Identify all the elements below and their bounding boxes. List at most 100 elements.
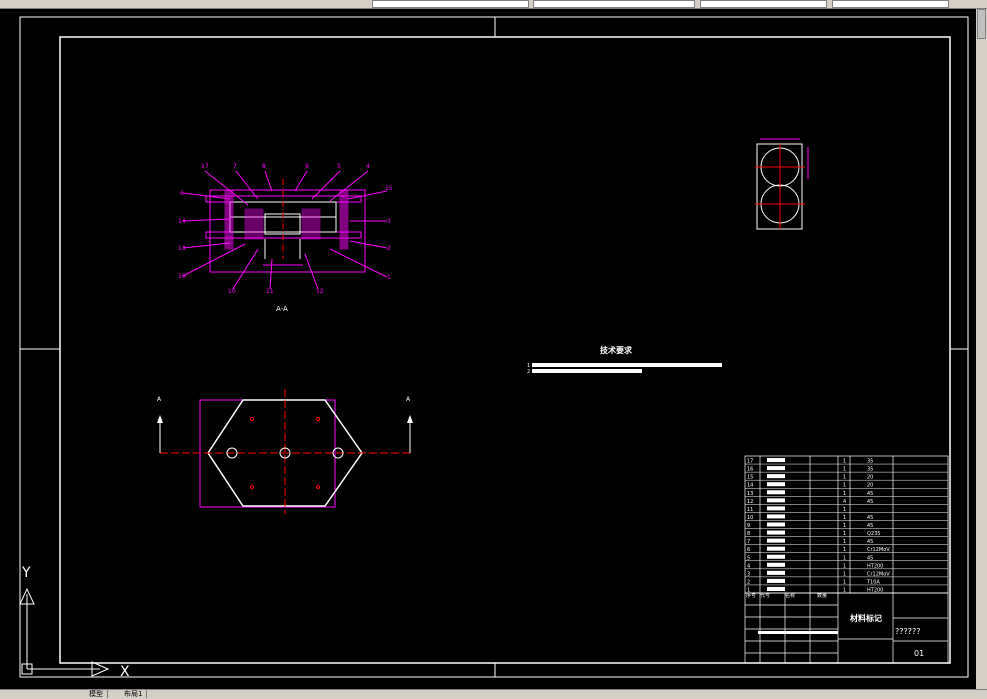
bom-cell-no: 6 [747,547,750,553]
drawing-canvas[interactable]: 17 7 8 9 5 4 6 14 13 15 16 3 1 11 12 10 … [0,9,976,689]
bom-rows: 17 1 3516 1 3515 1 2014 1 2013 1 4512 4 4511 110 1 459 1… [745,458,948,594]
bom-cell-qty: 1 [843,563,846,569]
bom-cell-no: 17 [747,459,753,465]
bom-cell-qty: 1 [843,515,846,521]
linetype-dropdown[interactable] [700,0,827,8]
outer-frame [19,16,969,678]
drawing-name: ?????? [895,627,920,636]
bom-cell-no: 13 [747,491,753,497]
bom-cell-qty: 1 [843,547,846,553]
view-mark-left: A [157,396,162,403]
bom-cell-mat: 45 [867,491,873,497]
tech-req-line-1 [532,363,722,367]
part-label: 17 [201,163,209,170]
scroll-thumb[interactable] [977,9,986,39]
bom-cell-qty: 1 [843,467,846,473]
toolbar [0,0,987,9]
bom-cell-mat: T10A [866,579,880,585]
part-label: 12 [316,288,324,295]
tech-req-line-2 [532,369,642,373]
bom-cell-no: 16 [747,467,753,473]
bom-cell-mat: Cr12MoV [867,571,890,577]
bom-cell-mat: HT200 [867,588,883,594]
part-label: 4 [366,163,370,170]
bom-cell-no: 15 [747,475,753,481]
bom-cell-name [767,522,785,527]
section-view [182,170,388,290]
bom-cell-qty: 1 [843,483,846,489]
bom-cell-no: 3 [747,571,750,577]
bom-cell-mat: HT200 [867,563,883,569]
bom-cell-qty: 1 [843,555,846,561]
bom-cell-name [767,554,785,559]
bom-cell-mat: 20 [867,475,873,481]
bom-cell-qty: 1 [843,459,846,465]
bom-cell-mat: 45 [867,555,873,561]
bom-cell-name [767,474,785,479]
bom-cell-no: 4 [747,563,750,569]
bom-cell-mat: 45 [867,499,873,505]
part-label: 7 [233,163,237,170]
drawing-svg: 17 7 8 9 5 4 6 14 13 15 16 3 1 11 12 10 … [19,16,969,680]
bom-cell-no: 9 [747,523,750,529]
lineweight-dropdown[interactable] [832,0,949,8]
part-label: 2 [387,245,391,252]
bom-cell-name [767,530,785,535]
circles-detail [755,138,809,230]
bom-cell-name [767,490,785,495]
part-label: 3 [387,218,391,225]
bom-cell-mat: 45 [867,515,873,521]
part-label: 8 [262,163,266,170]
bom-cell-no: 2 [747,579,750,585]
section-view-label: A-A [276,305,288,313]
bom-cell-name [767,506,785,511]
bom-cell-name [767,546,785,551]
inner-frame [59,36,951,664]
bom-cell-name [767,458,785,463]
bom-cell-qty: 1 [843,531,846,537]
bom-cell-mat: 20 [867,483,873,489]
bom-cell-qty: 1 [843,475,846,481]
material-label: 材料标记 [850,613,882,623]
part-label: 13 [178,245,186,252]
bom-cell-no: 10 [747,515,753,521]
bom-cell-name [767,578,785,583]
drawing-number: 01 [914,649,924,658]
bom-cell-name [767,586,785,591]
bom-cell-name [767,466,785,471]
bom-cell-no: 14 [747,483,753,489]
bom-cell-name [767,570,785,575]
part-label: 6 [180,190,184,197]
bom-cell-no: 8 [747,531,750,537]
part-label: 11 [266,288,274,295]
bom-cell-name [767,498,785,503]
bom-cell-no: 5 [747,555,750,561]
part-label: 9 [305,163,309,170]
view-mark-right: A [406,396,411,403]
bom-cell-qty: 1 [843,588,846,594]
color-dropdown[interactable] [533,0,695,8]
bom-cell-qty: 1 [843,491,846,497]
bom-cell-mat: 45 [867,539,873,545]
part-label: 1 [387,274,391,281]
tech-req-item-num: 2 [527,369,530,375]
part-label: 5 [337,163,341,170]
bom-cell-qty: 1 [843,579,846,585]
title-block-bar [758,631,838,634]
bom-cell-no: 12 [747,499,753,505]
bom-cell-mat: 35 [867,459,873,465]
layer-dropdown[interactable] [372,0,529,8]
bom-cell-qty: 1 [843,539,846,545]
bom-cell-qty: 4 [843,499,846,505]
bom-cell-qty: 1 [843,523,846,529]
vertical-scrollbar[interactable] [976,9,987,689]
bom-cell-name [767,538,785,543]
plan-view [157,389,413,514]
bom-cell-mat: 35 [867,467,873,473]
part-label: 15 [385,185,393,192]
tab-layout1[interactable]: 布局1 [120,690,148,698]
bom-cell-qty: 1 [843,507,846,513]
bom-cell-no: 11 [747,507,753,513]
tab-model[interactable]: 模型 [85,690,108,698]
part-label: 16 [178,273,186,280]
